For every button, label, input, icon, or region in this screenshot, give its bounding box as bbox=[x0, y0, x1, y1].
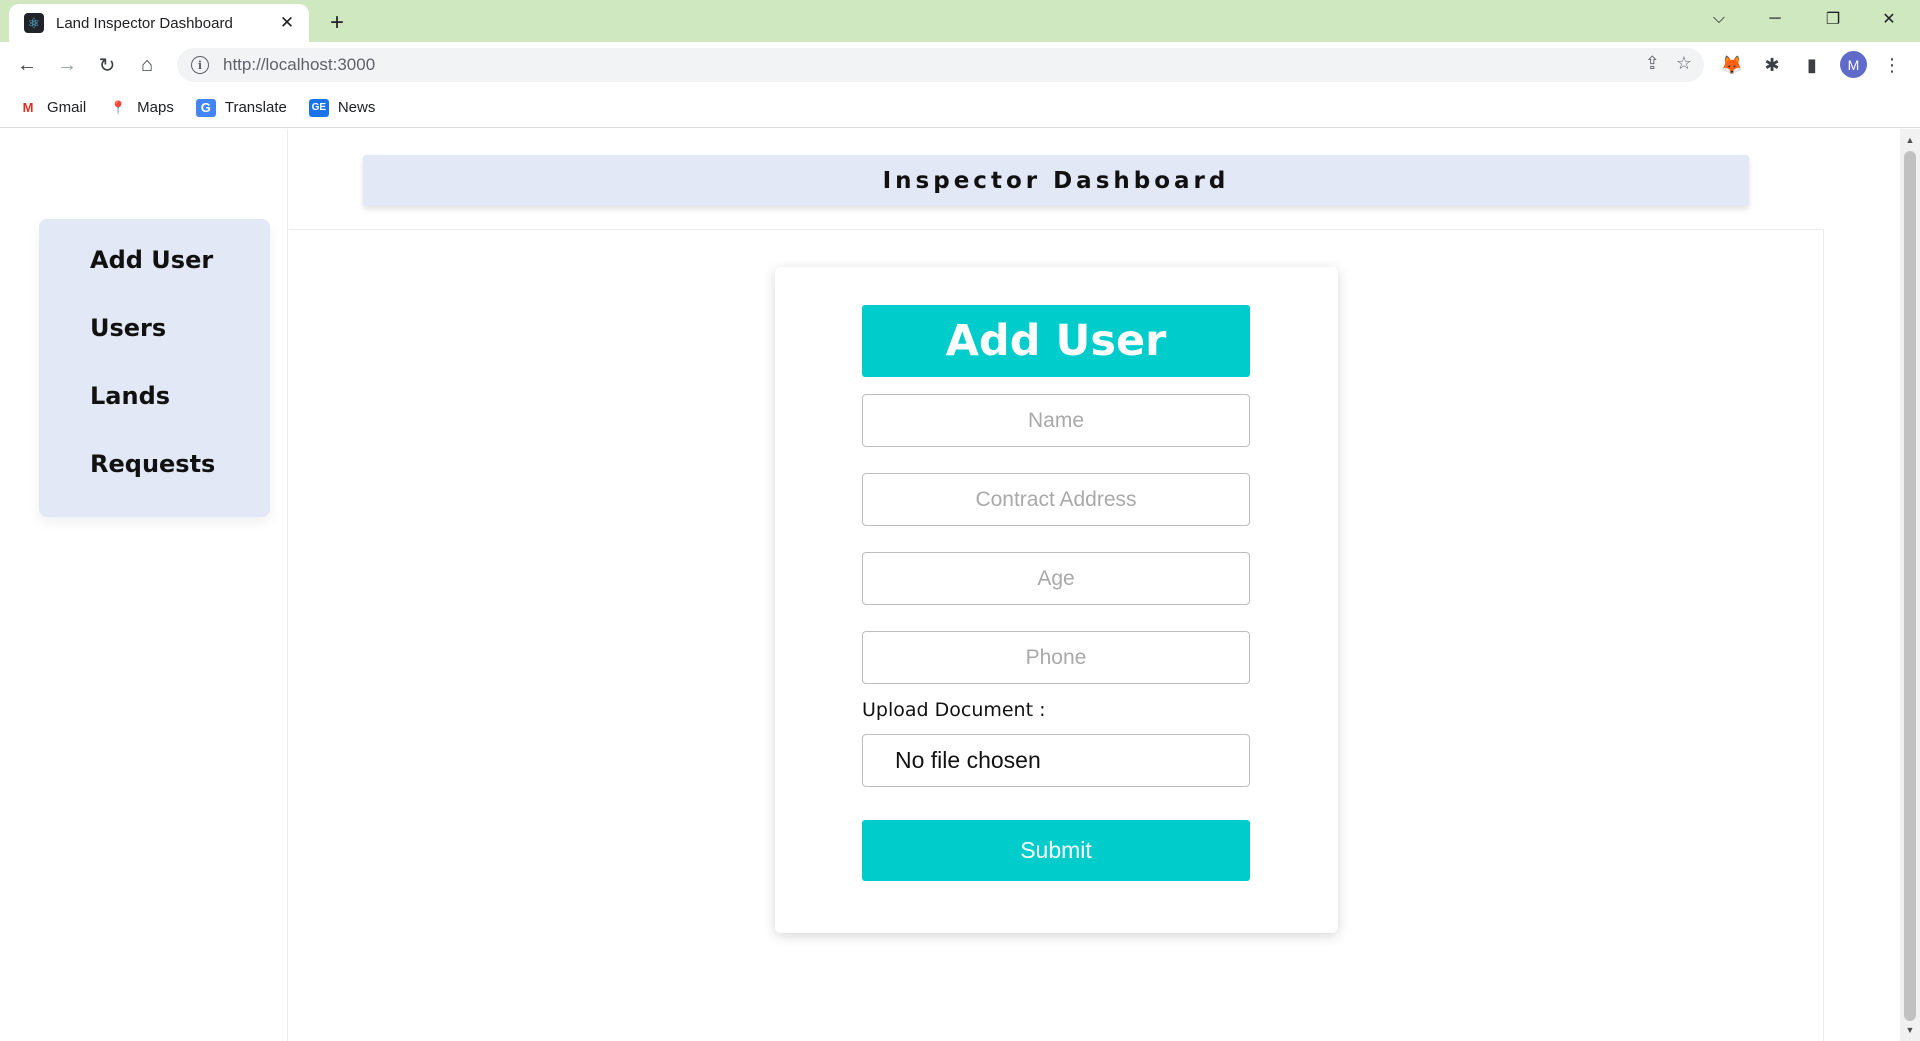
profile-avatar[interactable]: M bbox=[1840, 51, 1867, 78]
file-upload-input[interactable]: No file chosen bbox=[862, 734, 1250, 787]
tab-title: Land Inspector Dashboard bbox=[56, 14, 233, 32]
bookmark-label: News bbox=[337, 99, 376, 116]
share-icon[interactable]: ⇪ bbox=[1645, 53, 1660, 74]
site-info-icon[interactable]: i bbox=[191, 56, 209, 74]
page-viewport: Add User Users Lands Requests Inspector … bbox=[0, 129, 1900, 1041]
bookmarks-bar: M Gmail 📍 Maps G Translate GE News bbox=[0, 88, 1920, 128]
tab-strip: ⚛ Land Inspector Dashboard ✕ + ⌵ ─ ❐ ✕ bbox=[0, 0, 1920, 42]
add-user-form-card: Add User Upload Document : No file chose… bbox=[775, 267, 1338, 933]
forward-arrow-icon[interactable]: → bbox=[51, 49, 83, 81]
browser-toolbar: ← → ↻ ⌂ i http://localhost:3000 ⇪ ☆ 🦊 ✱ … bbox=[0, 42, 1920, 88]
tab-search-icon[interactable]: ⌵ bbox=[1696, 0, 1742, 38]
react-favicon-icon: ⚛ bbox=[24, 13, 44, 33]
url-text[interactable]: http://localhost:3000 bbox=[223, 55, 375, 75]
reload-icon[interactable]: ↻ bbox=[91, 49, 123, 81]
extensions-puzzle-icon[interactable]: ✱ bbox=[1756, 49, 1788, 81]
restore-button[interactable]: ❐ bbox=[1810, 0, 1856, 38]
sidebar-nav: Add User Users Lands Requests bbox=[39, 219, 270, 517]
sidebar-column: Add User Users Lands Requests bbox=[0, 129, 288, 1041]
file-status-text: No file chosen bbox=[895, 747, 1041, 773]
gmail-icon: M bbox=[22, 100, 34, 115]
sidebar-item-users[interactable]: Users bbox=[90, 314, 270, 382]
phone-input[interactable] bbox=[862, 631, 1250, 684]
bookmark-label: Translate bbox=[224, 99, 287, 116]
sidebar-item-add-user[interactable]: Add User bbox=[90, 246, 270, 314]
news-icon: GE bbox=[308, 98, 329, 117]
address-bar[interactable]: i http://localhost:3000 ⇪ ☆ bbox=[177, 48, 1704, 82]
form-title: Add User bbox=[862, 305, 1250, 377]
bookmark-news[interactable]: GE News bbox=[308, 98, 376, 117]
bookmark-gmail[interactable]: M Gmail bbox=[18, 99, 87, 117]
bookmark-star-icon[interactable]: ☆ bbox=[1676, 53, 1692, 74]
metamask-extension-icon[interactable]: 🦊 bbox=[1716, 49, 1748, 81]
submit-button[interactable]: Submit bbox=[862, 820, 1250, 881]
home-icon[interactable]: ⌂ bbox=[131, 49, 163, 81]
bookmark-maps[interactable]: 📍 Maps bbox=[108, 99, 174, 117]
translate-icon: G bbox=[195, 98, 216, 117]
maps-icon: 📍 bbox=[110, 99, 127, 115]
scroll-up-icon[interactable]: ▲ bbox=[1904, 134, 1916, 146]
page-title: Inspector Dashboard bbox=[363, 155, 1749, 206]
side-panel-icon[interactable]: ▮ bbox=[1796, 49, 1828, 81]
sidebar-item-requests[interactable]: Requests bbox=[90, 450, 270, 518]
sidebar-item-lands[interactable]: Lands bbox=[90, 382, 270, 450]
bookmark-label: Maps bbox=[137, 99, 174, 116]
upload-document-label: Upload Document : bbox=[862, 699, 1046, 721]
menu-kebab-icon[interactable]: ⋮ bbox=[1876, 49, 1908, 81]
contract-address-input[interactable] bbox=[862, 473, 1250, 526]
name-input[interactable] bbox=[862, 394, 1250, 447]
bookmark-translate[interactable]: G Translate bbox=[195, 98, 287, 117]
scroll-thumb[interactable] bbox=[1904, 151, 1916, 1021]
back-arrow-icon[interactable]: ← bbox=[11, 49, 43, 81]
minimize-button[interactable]: ─ bbox=[1752, 0, 1798, 38]
close-window-button[interactable]: ✕ bbox=[1866, 0, 1912, 38]
bookmark-label: Gmail bbox=[47, 99, 87, 116]
new-tab-button[interactable]: + bbox=[322, 9, 352, 37]
scroll-down-icon[interactable]: ▼ bbox=[1904, 1024, 1916, 1036]
browser-tab[interactable]: ⚛ Land Inspector Dashboard ✕ bbox=[9, 4, 309, 42]
page-scrollbar[interactable]: ▲ ▼ bbox=[1900, 129, 1920, 1041]
close-tab-icon[interactable]: ✕ bbox=[275, 11, 299, 35]
age-input[interactable] bbox=[862, 552, 1250, 605]
